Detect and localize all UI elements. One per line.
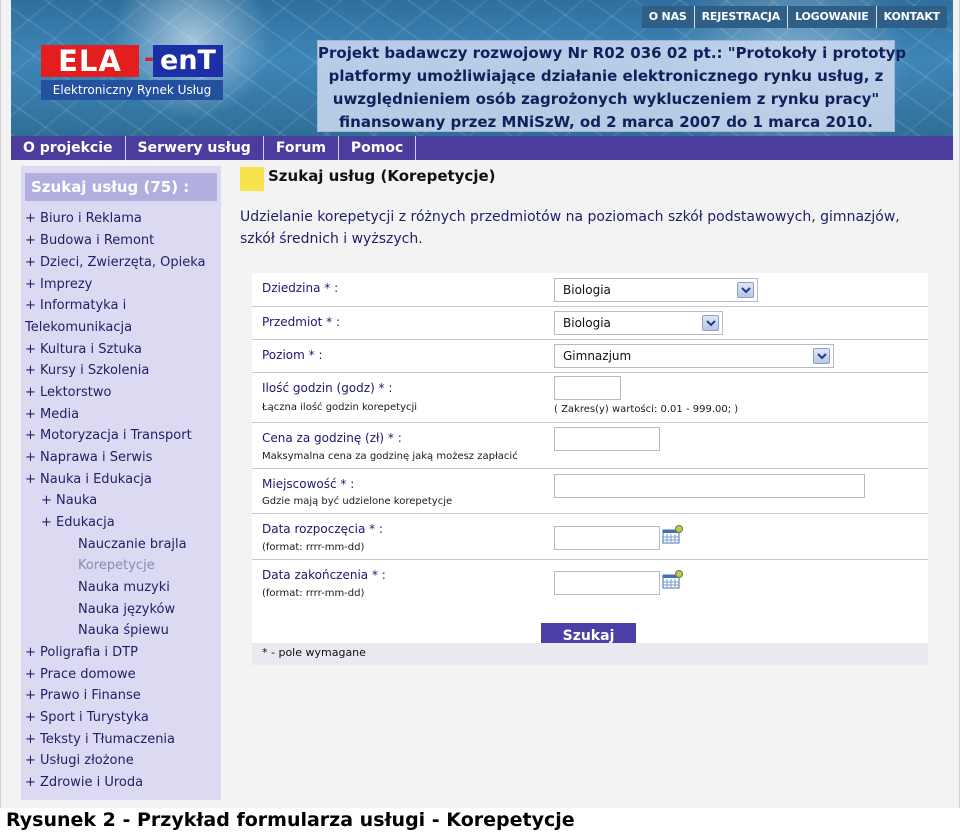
sidebar-item-zdrowie-i-uroda[interactable]: + Zdrowie i Uroda xyxy=(25,775,143,790)
sidebar-item-edukacja[interactable]: + Edukacja xyxy=(41,515,115,530)
form-row-data-zakonczenia: Data zakończenia * : (format: rrrr-mm-dd… xyxy=(252,559,928,605)
sidebar-item-teksty-i-tlumaczenia[interactable]: + Teksty i Tłumaczenia xyxy=(25,732,175,747)
figure-caption: Rysunek 2 - Przykład formularza usługi -… xyxy=(6,809,575,831)
sidebar-item-nauka-muzyki[interactable]: Nauka muzyki xyxy=(78,580,170,595)
sidebar-item-kultura-i-sztuka[interactable]: + Kultura i Sztuka xyxy=(25,342,142,357)
logo-ela: ELA xyxy=(41,45,139,77)
title-marker xyxy=(240,167,264,191)
project-info-line: finansowany przez MNiSzW, od 2 marca 200… xyxy=(339,113,873,131)
sidebar-item-budowa-i-remont[interactable]: + Budowa i Remont xyxy=(25,233,154,248)
poziom-select[interactable]: Gimnazjum xyxy=(554,344,834,368)
main-nav: O projekcie Serwery usług Forum Pomoc xyxy=(11,136,953,160)
godzin-range: ( Zakres(y) wartości: 0.01 - 999.00; ) xyxy=(554,404,739,415)
start-date-input[interactable] xyxy=(554,526,660,550)
search-form: Dziedzina * : Biologia Przedmiot * : Bio… xyxy=(252,273,928,665)
screenshot-frame: O NAS REJESTRACJA LOGOWANIE KONTAKT ELA … xyxy=(0,0,960,808)
sidebar-item-nauka-jezykow[interactable]: Nauka języków xyxy=(78,602,175,617)
start-date-label: Data rozpoczęcia * : xyxy=(262,522,383,536)
miejscowosc-input[interactable] xyxy=(554,474,865,498)
form-row-poziom: Poziom * : Gimnazjum xyxy=(252,339,928,372)
dziedzina-label: Dziedzina * : xyxy=(262,281,339,295)
end-date-hint: (format: rrrr-mm-dd) xyxy=(262,588,365,599)
sidebar-item-nauczanie-brajla[interactable]: Nauczanie brajla xyxy=(78,537,187,552)
form-row-data-rozpoczecia: Data rozpoczęcia * : (format: rrrr-mm-dd… xyxy=(252,513,928,559)
category-sidebar: Szukaj usług (75) : + Biuro i Reklama + … xyxy=(21,166,221,800)
sidebar-item-telekomunikacja[interactable]: Telekomunikacja xyxy=(25,320,132,335)
sidebar-item-lektorstwo[interactable]: + Lektorstwo xyxy=(25,385,111,400)
chevron-down-icon xyxy=(813,348,830,364)
przedmiot-select[interactable]: Biologia xyxy=(554,311,723,335)
site-logo[interactable]: ELA - enT Elektroniczny Rynek Usług xyxy=(35,40,225,102)
sidebar-item-imprezy[interactable]: + Imprezy xyxy=(25,277,92,292)
form-row-dziedzina: Dziedzina * : Biologia xyxy=(252,273,928,306)
sidebar-title: Szukaj usług (75) : xyxy=(25,173,217,201)
sidebar-item-naprawa-i-serwis[interactable]: + Naprawa i Serwis xyxy=(25,450,152,465)
top-nav-kontakt[interactable]: KONTAKT xyxy=(875,6,947,28)
godzin-label: Ilość godzin (godz) * : xyxy=(262,381,393,395)
top-nav-logowanie[interactable]: LOGOWANIE xyxy=(787,6,876,28)
sidebar-item-kursy-i-szkolenia[interactable]: + Kursy i Szkolenia xyxy=(25,363,149,378)
end-date-label: Data zakończenia * : xyxy=(262,568,386,582)
nav-pomoc[interactable]: Pomoc xyxy=(339,136,417,160)
sidebar-item-biuro-i-reklama[interactable]: + Biuro i Reklama xyxy=(25,211,142,226)
end-date-input[interactable] xyxy=(554,571,660,595)
sidebar-item-korepetycje[interactable]: Korepetycje xyxy=(78,558,155,573)
sidebar-item-nauka-spiewu[interactable]: Nauka śpiewu xyxy=(78,623,169,638)
cena-input[interactable] xyxy=(554,427,660,451)
chevron-down-icon xyxy=(737,282,754,298)
project-info-banner: Projekt badawczy rozwojowy Nr R02 036 02… xyxy=(317,40,907,132)
dziedzina-selected-value: Biologia xyxy=(563,283,611,297)
dziedzina-select[interactable]: Biologia xyxy=(554,278,758,302)
godzin-input[interactable] xyxy=(554,376,621,400)
sidebar-item-sport-i-turystyka[interactable]: + Sport i Turystyka xyxy=(25,710,149,725)
cena-label: Cena za godzinę (zł) * : xyxy=(262,431,402,445)
logo-subtitle: Elektroniczny Rynek Usług xyxy=(41,80,223,100)
cena-hint: Maksymalna cena za godzinę jaką możesz z… xyxy=(262,451,518,462)
top-nav-rejestracja[interactable]: REJESTRACJA xyxy=(693,6,787,28)
nav-forum[interactable]: Forum xyxy=(264,136,339,160)
sidebar-item-poligrafia-i-dtp[interactable]: + Poligrafia i DTP xyxy=(25,645,138,660)
project-info-line: platformy umożliwiające działanie elektr… xyxy=(328,67,884,85)
service-description: Udzielanie korepetycji z różnych przedmi… xyxy=(240,209,900,247)
sidebar-item-nauka-i-edukacja[interactable]: + Nauka i Edukacja xyxy=(25,472,152,487)
nav-serwery-uslug[interactable]: Serwery usług xyxy=(126,136,264,160)
sidebar-item-nauka[interactable]: + Nauka xyxy=(41,493,97,508)
sidebar-item-prawo-i-finanse[interactable]: + Prawo i Finanse xyxy=(25,688,141,703)
start-date-hint: (format: rrrr-mm-dd) xyxy=(262,542,365,553)
miejscowosc-label: Miejscowość * : xyxy=(262,477,355,491)
sidebar-item-prace-domowe[interactable]: + Prace domowe xyxy=(25,667,136,682)
form-row-przedmiot: Przedmiot * : Biologia xyxy=(252,306,928,339)
page-title: Szukaj usług (Korepetycje) xyxy=(268,167,496,185)
form-row-miejscowosc: Miejscowość * : Gdzie mają być udzielone… xyxy=(252,468,928,513)
logo-ent: enT xyxy=(153,45,223,77)
top-nav: O NAS REJESTRACJA LOGOWANIE KONTAKT xyxy=(641,6,947,28)
przedmiot-label: Przedmiot * : xyxy=(262,315,340,329)
sidebar-item-motoryzacja-i-transport[interactable]: + Motoryzacja i Transport xyxy=(25,428,192,443)
miejscowosc-hint: Gdzie mają być udzielone korepetycje xyxy=(262,496,453,507)
calendar-icon[interactable] xyxy=(662,525,684,545)
sidebar-item-uslugi-zlozone[interactable]: + Usługi złożone xyxy=(25,753,134,768)
chevron-down-icon xyxy=(702,315,719,331)
sidebar-item-informatyka[interactable]: + Informatyka i xyxy=(25,298,126,313)
form-row-ilosc-godzin: Ilość godzin (godz) * : Łączna ilość god… xyxy=(252,372,928,422)
project-info-line: uwzględnieniem osób zagrożonych wyklucze… xyxy=(332,90,880,108)
przedmiot-selected-value: Biologia xyxy=(563,316,611,330)
top-nav-o-nas[interactable]: O NAS xyxy=(642,6,694,28)
page: O NAS REJESTRACJA LOGOWANIE KONTAKT ELA … xyxy=(0,0,960,832)
site-header: O NAS REJESTRACJA LOGOWANIE KONTAKT ELA … xyxy=(11,0,953,136)
poziom-selected-value: Gimnazjum xyxy=(563,349,632,363)
godzin-hint: Łączna ilość godzin korepetycji xyxy=(262,402,418,413)
project-info-line: Projekt badawczy rozwojowy Nr R02 036 02… xyxy=(318,44,907,62)
main-content: Szukaj usług (Korepetycje) Udzielanie ko… xyxy=(236,162,946,808)
poziom-label: Poziom * : xyxy=(262,348,323,362)
nav-o-projekcie[interactable]: O projekcie xyxy=(11,136,126,160)
sidebar-item-dzieci-zwierzeta-opieka[interactable]: + Dzieci, Zwierzęta, Opieka xyxy=(25,255,206,270)
form-row-cena: Cena za godzinę (zł) * : Maksymalna cena… xyxy=(252,422,928,468)
sidebar-item-media[interactable]: + Media xyxy=(25,407,79,422)
calendar-icon[interactable] xyxy=(662,570,684,590)
required-fields-note: * - pole wymagane xyxy=(252,643,928,665)
